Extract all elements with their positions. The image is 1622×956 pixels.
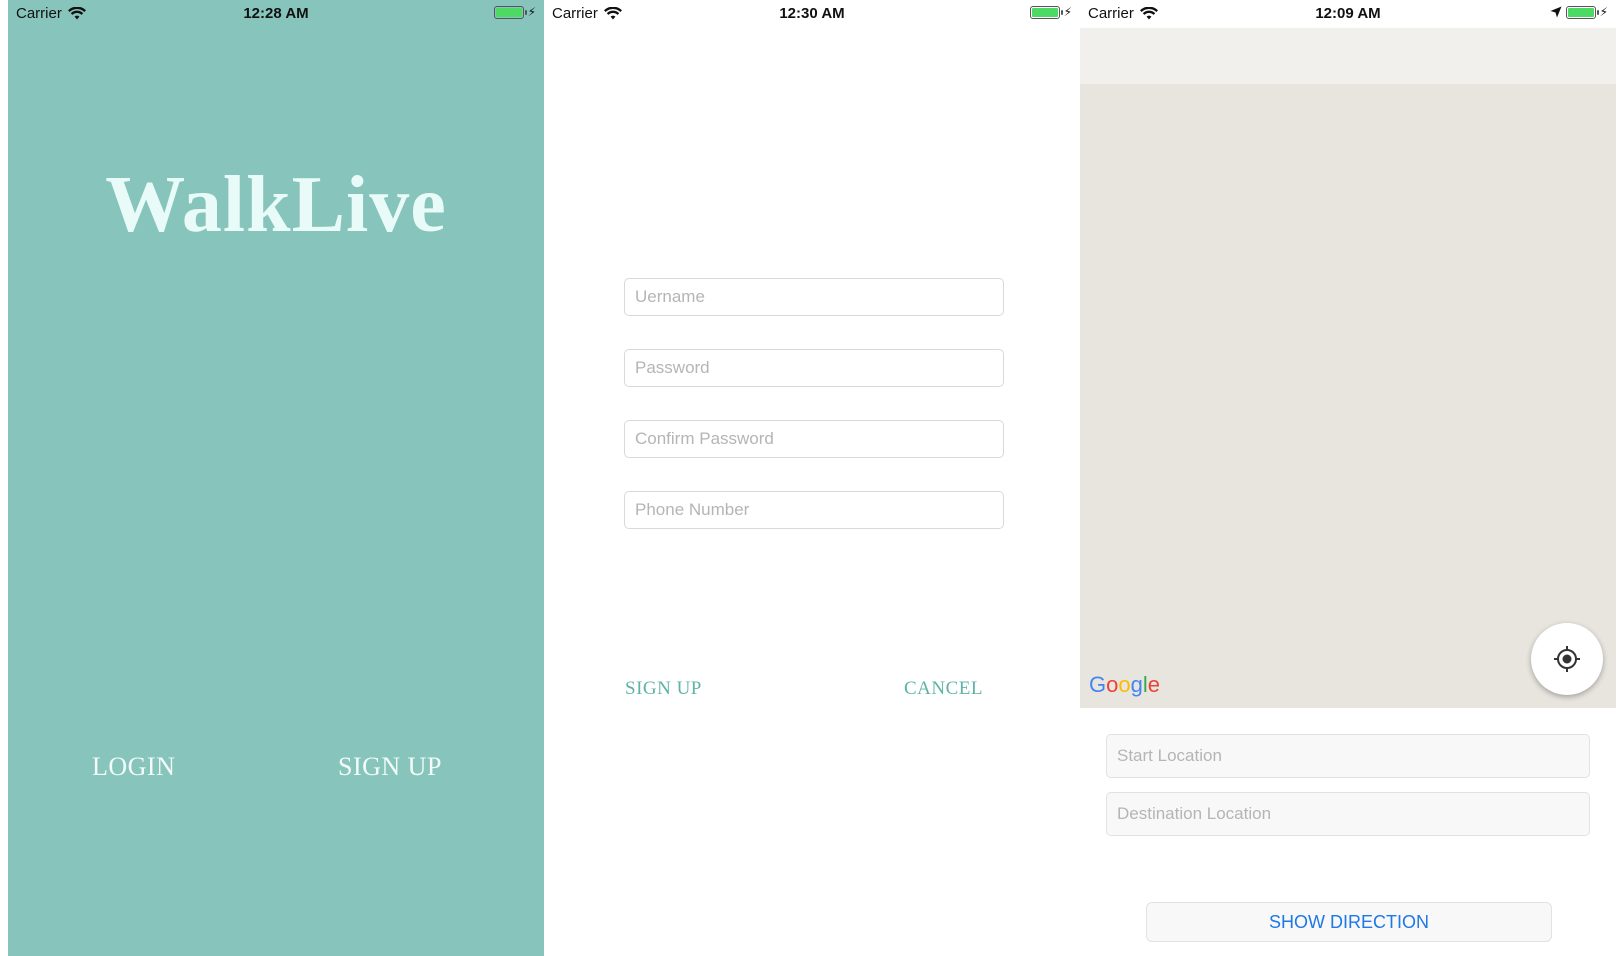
my-location-button[interactable] [1531, 623, 1603, 695]
navigation-bar [1080, 28, 1616, 84]
map-view[interactable] [1080, 84, 1616, 708]
status-bar: Carrier 12:28 AM ⚡ [8, 0, 544, 28]
status-time: 12:09 AM [1315, 5, 1381, 22]
signup-submit-button[interactable]: SIGN UP [625, 678, 702, 700]
phone-number-field[interactable] [624, 491, 1004, 529]
cancel-button[interactable]: CANCEL [904, 678, 983, 700]
status-bar: Carrier 12:30 AM ⚡ [544, 0, 1080, 28]
confirm-password-field[interactable] [624, 420, 1004, 458]
battery-icon [1029, 5, 1063, 19]
username-field[interactable] [624, 278, 1004, 316]
charging-bolt-icon: ⚡ [1599, 5, 1608, 19]
login-button[interactable]: LOGIN [92, 752, 175, 782]
destination-location-field[interactable] [1106, 792, 1590, 836]
status-bar: Carrier 12:09 AM ⚡ [1080, 0, 1616, 28]
location-arrow-icon [1550, 6, 1562, 18]
google-logo: Google [1089, 672, 1161, 697]
status-time: 12:28 AM [243, 5, 309, 22]
charging-bolt-icon: ⚡ [527, 5, 536, 19]
welcome-screen: Carrier 12:28 AM ⚡ WalkLive LOGIN SIGN U… [8, 0, 544, 956]
show-direction-button[interactable]: SHOW DIRECTION [1146, 902, 1552, 942]
start-location-field[interactable] [1106, 734, 1590, 778]
map-screen: Carrier 12:09 AM ⚡ Google Start Location… [1080, 0, 1616, 956]
password-field[interactable] [624, 349, 1004, 387]
signup-button[interactable]: SIGN UP [338, 752, 442, 782]
battery-icon [1565, 5, 1599, 19]
charging-bolt-icon: ⚡ [1063, 5, 1072, 19]
my-location-icon [1554, 646, 1580, 672]
battery-icon [493, 5, 527, 19]
app-title: WalkLive [105, 161, 447, 249]
status-time: 12:30 AM [779, 5, 845, 22]
signup-screen: Carrier 12:30 AM ⚡ SIGN UP CANCEL [544, 0, 1080, 956]
